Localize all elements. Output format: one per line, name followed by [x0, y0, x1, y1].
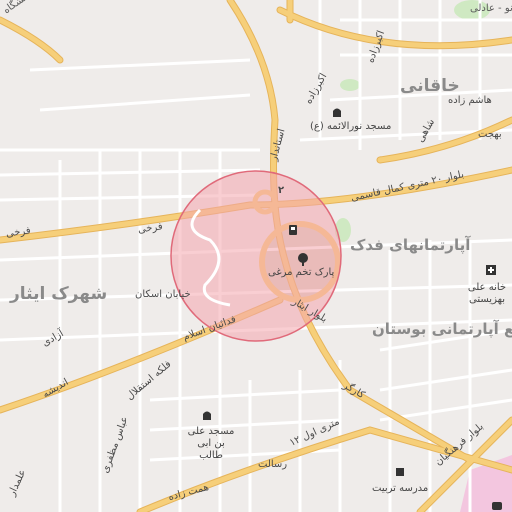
- map-canvas[interactable]: خاقانی شهرک ایثار آپارتمانهای فدک مجتمع …: [0, 0, 512, 512]
- district-label-fadak: آپارتمانهای فدک: [350, 236, 471, 254]
- mosque-icon: [333, 108, 341, 117]
- bus-icon: [492, 502, 502, 510]
- poi-label-park-tokhm[interactable]: پارک تخم مرغی: [268, 268, 334, 278]
- park-patch: [340, 79, 360, 91]
- district-label-adeli: نو - عادلی: [470, 3, 512, 14]
- distance-marker: ۲: [278, 185, 285, 196]
- mosque-icon: [203, 411, 211, 420]
- poi-label-school-tarbiat[interactable]: مدرسه تربیت: [372, 484, 428, 494]
- school-icon: [396, 468, 404, 476]
- district-label-shahrak-isar: شهرک ایثار: [10, 284, 108, 304]
- road-label-hashem-zade: هاشم زاده: [448, 95, 492, 106]
- poi-label-mosque-ali[interactable]: مسجد علی بن ابی طالب: [186, 426, 236, 462]
- poi-label-khane-ali[interactable]: خانه علی بهزیستی: [462, 282, 512, 306]
- road-label-khiaban-eskan: خیابان اسکان: [135, 289, 191, 300]
- hospital-icon: [486, 265, 496, 275]
- poi-label-mosque-noor[interactable]: مسجد نورالائمه (ع): [310, 122, 391, 132]
- road-label-resalat: رسالت: [258, 459, 288, 470]
- district-label-bustan: مجتمع آپارتمانی بوستان: [372, 320, 512, 338]
- gas-station-icon: [289, 225, 297, 235]
- district-label-khaghani: خاقانی: [400, 76, 460, 96]
- road-label-behjat: بهجت: [478, 129, 502, 140]
